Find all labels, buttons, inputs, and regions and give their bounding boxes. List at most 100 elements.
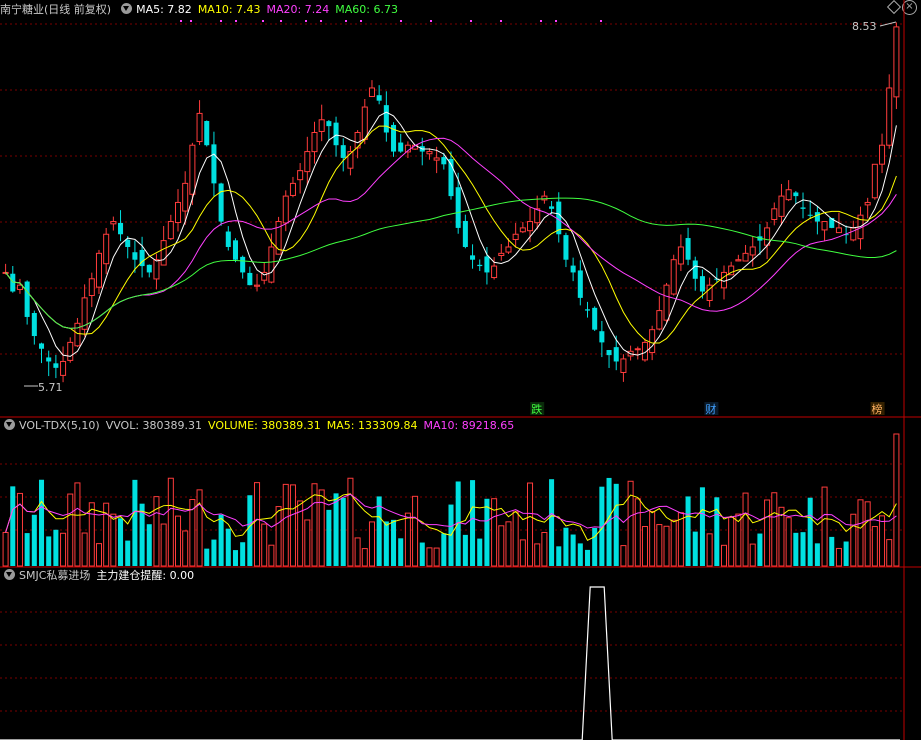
- candle-body: [835, 227, 842, 234]
- volume-bar: [347, 477, 354, 567]
- volume-bar: [232, 550, 238, 566]
- signal-dot: [305, 20, 307, 22]
- candle-body: [24, 281, 30, 317]
- volume-bar: [879, 515, 886, 567]
- volume-bar: [670, 519, 677, 567]
- volume-bar: [240, 542, 246, 566]
- candle-body: [484, 256, 490, 273]
- volume-bar: [843, 541, 849, 566]
- signal-dot: [430, 20, 432, 22]
- event-marker: 榜: [872, 402, 883, 416]
- volume-bar: [53, 529, 59, 566]
- volume-bar: [398, 538, 404, 566]
- signal-dot: [555, 20, 557, 22]
- low-price-label: 5.71: [38, 381, 63, 394]
- candle-body: [470, 255, 476, 260]
- candle-body: [60, 360, 67, 376]
- high-price-arrow: [879, 21, 897, 27]
- volume-bar: [728, 516, 735, 567]
- candle-body: [778, 195, 785, 217]
- volume-bar: [125, 540, 131, 566]
- candle-body: [196, 112, 203, 143]
- candle-body: [211, 144, 217, 184]
- stock-title: 南宁糖业(日线 前复权): [0, 3, 112, 16]
- candle-body: [146, 264, 152, 273]
- volume-bar: [706, 533, 713, 567]
- volume-bar: [167, 477, 174, 567]
- volume-bar: [426, 547, 433, 567]
- candle-body: [549, 206, 555, 209]
- candle-body: [247, 272, 253, 286]
- volume-bar: [778, 506, 785, 567]
- volume-bar: [383, 521, 389, 566]
- volume-bar: [699, 487, 705, 566]
- collapse-icon[interactable]: [121, 3, 133, 14]
- volume-bar: [74, 482, 81, 567]
- volume-bar: [498, 525, 505, 567]
- candle-body: [692, 260, 698, 279]
- main-legend-item-2: MA20: 7.24: [266, 3, 330, 16]
- volume-bar: [218, 514, 224, 566]
- volume-bar: [419, 542, 425, 566]
- volume-bar: [720, 544, 728, 567]
- volume-bar: [282, 483, 289, 567]
- candle-body: [821, 221, 828, 231]
- ind-legend-item-0: SMJC私募进场: [19, 569, 91, 582]
- volume-bar: [570, 534, 576, 566]
- volume-bar: [46, 536, 52, 566]
- vol-legend-item-3: MA5: 133309.84: [326, 419, 418, 432]
- candle-body: [282, 195, 289, 224]
- candle-body: [125, 239, 131, 247]
- signal-dot: [600, 20, 602, 22]
- volume-bar: [196, 489, 203, 567]
- volume-bar: [785, 517, 792, 567]
- volume-bar: [577, 543, 583, 566]
- candle-body: [670, 259, 677, 295]
- volume-bar: [470, 480, 476, 566]
- volume-bar: [81, 532, 88, 567]
- candle-body: [685, 238, 691, 260]
- event-marker: 跌: [531, 402, 542, 416]
- volume-bar: [563, 527, 569, 566]
- signal-dot: [540, 20, 542, 22]
- signal-dot: [220, 20, 222, 22]
- candle-body: [268, 246, 275, 283]
- candle-body: [53, 363, 59, 368]
- candle-body: [204, 120, 210, 146]
- signal-dot: [190, 20, 192, 22]
- signal-dot: [345, 20, 347, 22]
- volume-bar: [391, 519, 397, 566]
- volume-bar: [204, 548, 210, 566]
- candle-body: [807, 214, 813, 216]
- volume-bar: [275, 506, 282, 567]
- volume-bar: [38, 479, 45, 566]
- candle-body: [304, 151, 311, 173]
- volume-bar: [549, 479, 555, 566]
- candle-body: [225, 231, 231, 247]
- signal-dot: [262, 20, 264, 22]
- signal-dot: [235, 20, 237, 22]
- volume-bar: [592, 527, 598, 566]
- candle-body: [793, 192, 799, 197]
- kline-chart[interactable]: 8.53 5.71 跌 财 榜: [0, 0, 921, 740]
- collapse-icon[interactable]: [4, 569, 15, 580]
- volume-bar: [835, 547, 842, 567]
- volume-bar: [304, 519, 311, 567]
- candle-body: [383, 105, 389, 133]
- candle-body: [498, 252, 505, 256]
- signal-dot: [470, 20, 472, 22]
- collapse-icon[interactable]: [4, 419, 15, 430]
- candle-body: [519, 227, 526, 233]
- candle-body: [398, 142, 404, 152]
- candle-body: [189, 144, 196, 195]
- volume-bar: [289, 484, 296, 567]
- signal-dot: [280, 20, 282, 22]
- candle-body: [512, 233, 519, 241]
- candle-body: [361, 106, 368, 140]
- candle-body: [74, 322, 81, 347]
- candle-body: [584, 309, 591, 311]
- volume-bar: [656, 524, 663, 567]
- candle-body: [814, 212, 820, 222]
- candle-body: [742, 252, 749, 262]
- volume-bar: [254, 482, 261, 567]
